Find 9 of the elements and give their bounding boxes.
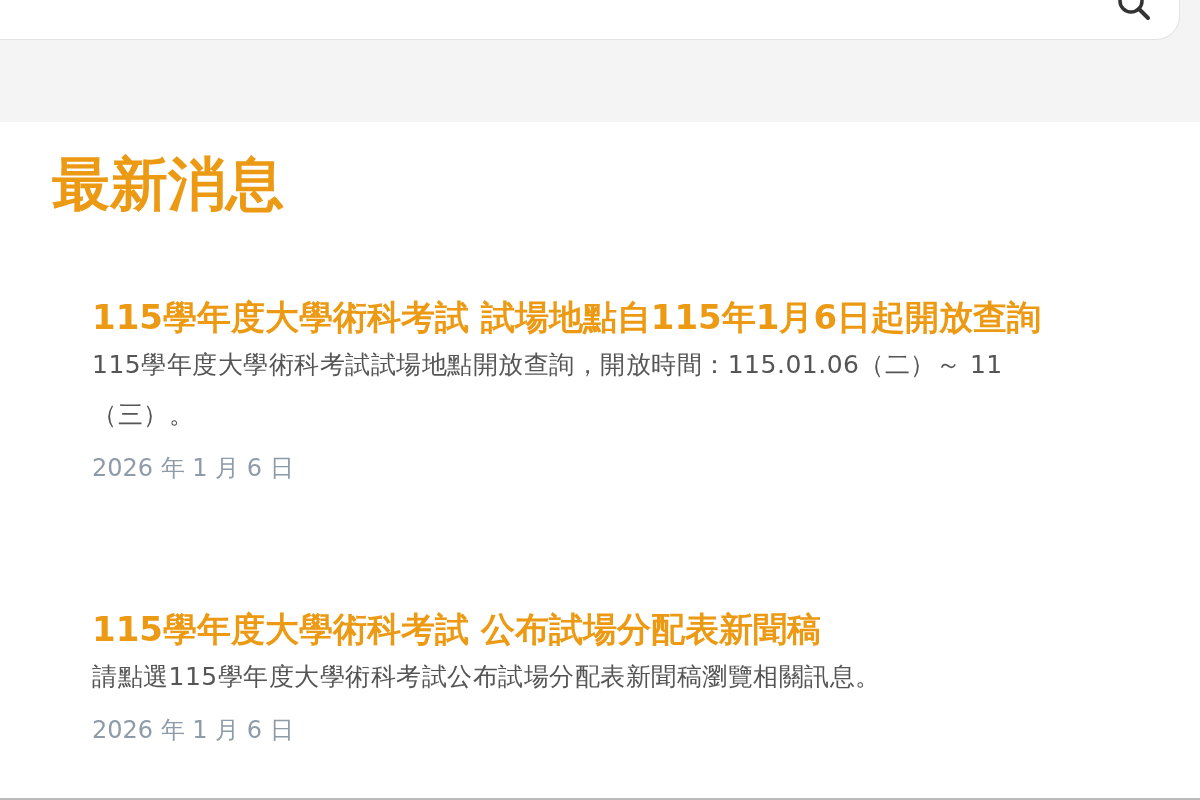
news-date: 2026 年 1 月 6 日 [92,453,294,484]
news-description: （三）。 [92,399,194,431]
news-description: 請點選115學年度大學術科考試公布試場分配表新聞稿瀏覽相關訊息。 [92,661,881,693]
news-date: 2026 年 1 月 6 日 [92,715,294,746]
news-title-link[interactable]: 115學年度大學術科考試 公布試場分配表新聞稿 [92,606,821,652]
search-icon[interactable] [1117,0,1151,21]
news-title-link[interactable]: 115學年度大學術科考試 試場地點自115年1月6日起開放查詢 [92,294,1042,340]
news-description: 115學年度大學術科考試試場地點開放查詢，開放時間：115.01.06（二）～ 11 [92,349,1003,381]
section-title: 最新消息 [52,149,285,220]
